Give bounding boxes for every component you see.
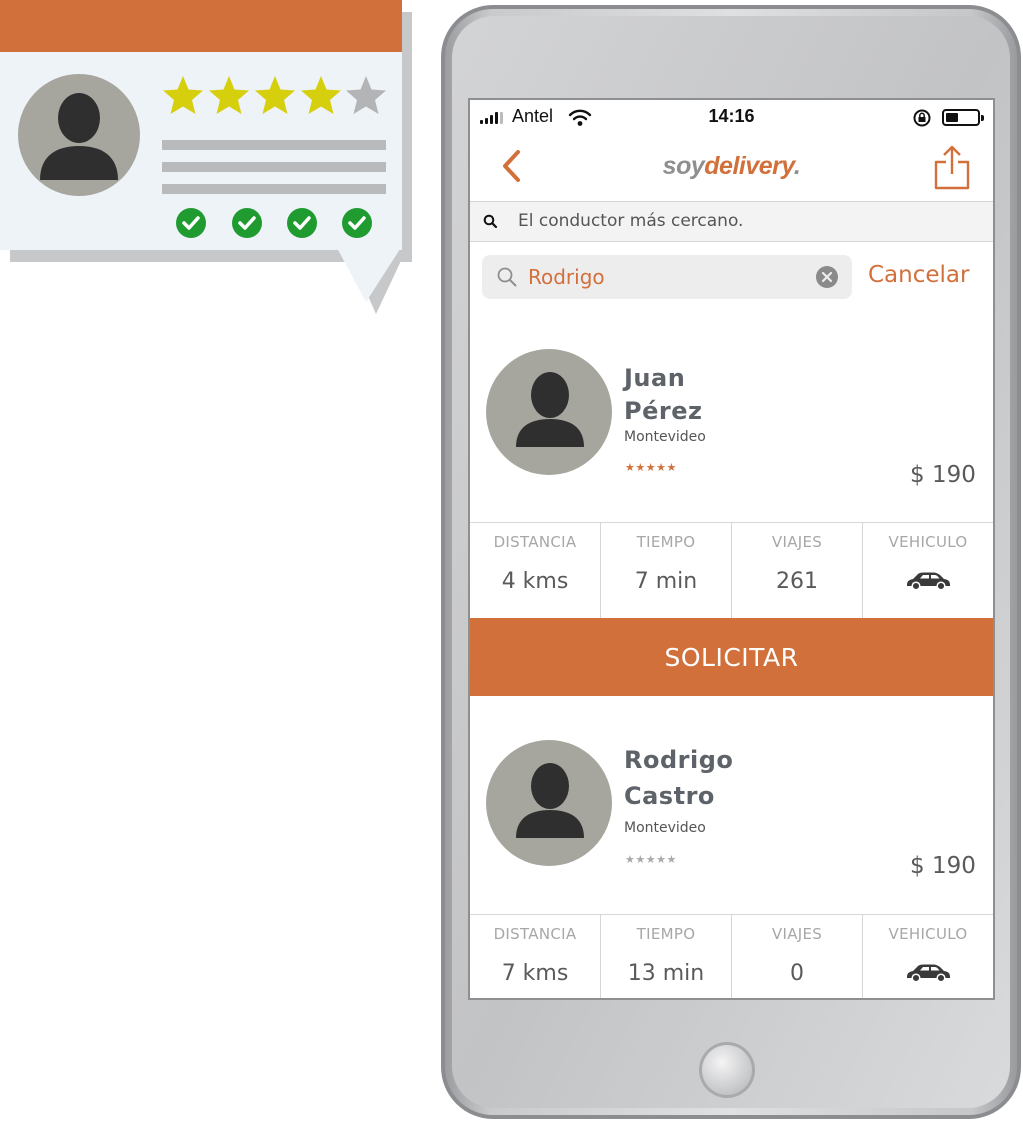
- check-circle-icon: [232, 208, 262, 238]
- review-text-line: [162, 162, 386, 172]
- star-icon: [209, 76, 249, 114]
- driver-first-name: Juan: [624, 364, 686, 392]
- rotation-lock-icon: [913, 109, 931, 127]
- stat-label: VEHICULO: [888, 925, 968, 943]
- stat-label: VIAJES: [771, 925, 823, 943]
- share-button[interactable]: [932, 144, 972, 192]
- stat-value: 0: [790, 961, 804, 986]
- driver-price: $ 190: [910, 853, 976, 879]
- logo-mark: .: [793, 152, 801, 180]
- battery-icon: [942, 109, 984, 126]
- search-field[interactable]: [482, 255, 852, 299]
- review-card-tail: [336, 246, 408, 314]
- stat-vehicle: VEHICULO: [863, 523, 993, 618]
- car-icon: [907, 964, 950, 983]
- stat-label: TIEMPO: [636, 533, 696, 551]
- stat-value: 261: [776, 569, 818, 594]
- driver-rating-stars: ★★★★★: [625, 461, 677, 474]
- search-icon: [483, 214, 498, 229]
- driver-card[interactable]: Rodrigo Castro Montevideo ★★★★★ $ 190 DI…: [470, 710, 993, 998]
- star-icon: [301, 76, 341, 114]
- driver-first-name: Rodrigo: [624, 746, 734, 774]
- app-logo: soydelivery.: [470, 152, 993, 181]
- review-text-line: [162, 184, 386, 194]
- check-circle-icon: [342, 208, 372, 238]
- stat-label: DISTANCIA: [493, 533, 577, 551]
- share-icon: [934, 145, 970, 190]
- cancel-button[interactable]: Cancelar: [868, 262, 969, 288]
- stat-distance: DISTANCIA 4 kms: [470, 523, 601, 618]
- star-icon: [163, 76, 203, 114]
- star-icon: [255, 76, 295, 114]
- review-text-line: [162, 140, 386, 150]
- hint-bar: El conductor más cercano.: [470, 202, 993, 242]
- driver-rating-stars: ★★★★★: [625, 853, 677, 866]
- driver-stats: DISTANCIA 7 kms TIEMPO 13 min VIAJES 0 V…: [470, 914, 993, 998]
- car-icon: [907, 572, 950, 591]
- clear-search-icon[interactable]: [816, 266, 838, 288]
- driver-last-name: Castro: [624, 782, 715, 810]
- check-circle-icon: [176, 208, 206, 238]
- stat-label: TIEMPO: [636, 925, 696, 943]
- logo-text-delivery: delivery: [704, 152, 794, 180]
- stat-label: VEHICULO: [888, 533, 968, 551]
- stat-trips: VIAJES 0: [732, 915, 863, 998]
- check-circle-icon: [287, 208, 317, 238]
- stat-distance: DISTANCIA 7 kms: [470, 915, 601, 998]
- user-silhouette-icon: [516, 763, 584, 838]
- driver-city: Montevideo: [624, 429, 706, 445]
- phone-screen: Antel 14:16 soydelivery. El conductor má…: [468, 98, 995, 1000]
- stat-vehicle: VEHICULO: [863, 915, 993, 998]
- stat-trips: VIAJES 261: [732, 523, 863, 618]
- driver-stats: DISTANCIA 4 kms TIEMPO 7 min VIAJES 261 …: [470, 522, 993, 618]
- driver-avatar: [486, 349, 612, 475]
- stat-value: 7 kms: [501, 961, 569, 986]
- search-input[interactable]: [528, 263, 808, 291]
- stat-time: TIEMPO 7 min: [601, 523, 732, 618]
- stat-time: TIEMPO 13 min: [601, 915, 732, 998]
- driver-card[interactable]: Juan Pérez Montevideo ★★★★★ $ 190 DISTAN…: [470, 318, 993, 618]
- user-silhouette-icon: [516, 372, 584, 447]
- star-empty-icon: [346, 76, 386, 114]
- search-icon: [497, 267, 517, 287]
- review-checkmarks: [176, 208, 372, 238]
- review-card: [0, 0, 402, 250]
- avatar: [18, 74, 140, 196]
- nav-bar: soydelivery.: [470, 134, 993, 202]
- review-star-rating: [163, 76, 386, 114]
- status-bar: Antel 14:16: [470, 100, 993, 134]
- stat-label: VIAJES: [771, 533, 823, 551]
- user-silhouette-icon: [40, 93, 118, 180]
- stat-value: 13 min: [627, 961, 705, 986]
- stat-value: 7 min: [634, 569, 698, 594]
- logo-text-soy: soy: [662, 152, 705, 180]
- driver-city: Montevideo: [624, 820, 706, 836]
- hint-text: El conductor más cercano.: [518, 211, 744, 231]
- stat-label: DISTANCIA: [493, 925, 577, 943]
- review-card-header: [0, 0, 402, 52]
- request-button[interactable]: SOLICITAR: [470, 618, 993, 696]
- driver-price: $ 190: [910, 462, 976, 488]
- driver-avatar: [486, 740, 612, 866]
- driver-last-name: Pérez: [624, 397, 703, 425]
- stat-value: 4 kms: [501, 569, 569, 594]
